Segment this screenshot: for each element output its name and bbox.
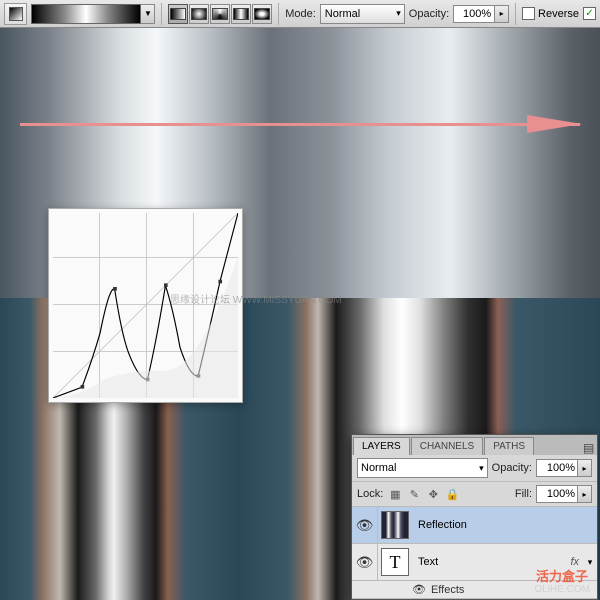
reverse-checkbox-wrap[interactable]: Reverse: [522, 7, 579, 20]
gradient-angle-button[interactable]: [210, 4, 230, 24]
fill-input[interactable]: 100%: [536, 485, 578, 503]
gradient-type-group: [168, 4, 272, 24]
lock-transparency-icon[interactable]: ▦: [387, 486, 403, 502]
divider: [161, 3, 162, 25]
fill-flyout[interactable]: ▸: [578, 485, 592, 503]
layer-item-reflection[interactable]: 👁 Reflection: [352, 507, 597, 544]
lock-icons: ▦ ✎ ✥ 🔒: [387, 486, 460, 502]
tool-preset-picker[interactable]: [4, 3, 27, 25]
gradient-diamond-button[interactable]: [252, 4, 272, 24]
opacity-input[interactable]: 100%: [453, 5, 495, 23]
watermark-url: OLiHE.COM: [534, 584, 590, 595]
gradient-picker[interactable]: [31, 4, 141, 24]
eye-icon[interactable]: 👁: [412, 583, 426, 596]
radial-icon: [191, 8, 207, 20]
diamond-icon: [254, 8, 270, 20]
mode-label: Mode:: [285, 8, 316, 20]
layer-opacity-input[interactable]: 100%: [536, 459, 578, 477]
tab-channels[interactable]: CHANNELS: [411, 437, 483, 455]
layer-opacity-flyout[interactable]: ▸: [578, 459, 592, 477]
layer-thumbnail[interactable]: [381, 511, 409, 539]
panel-menu-icon[interactable]: ▤: [583, 441, 597, 455]
blend-opacity-row: Normal Opacity: 100% ▸: [352, 455, 597, 482]
dither-checkbox-wrap[interactable]: ✓: [583, 7, 596, 20]
blend-mode-value: Normal: [325, 8, 360, 20]
visibility-toggle[interactable]: 👁: [352, 544, 378, 580]
layer-name[interactable]: Reflection: [412, 519, 597, 531]
tab-paths[interactable]: PATHS: [484, 437, 534, 455]
angle-icon: [212, 8, 228, 20]
lock-pixels-icon[interactable]: ✎: [406, 486, 422, 502]
watermark-center: 思缘设计论坛 WWW.MISSYUAN.COM: [170, 291, 342, 306]
divider: [278, 3, 279, 25]
tab-layers[interactable]: LAYERS: [353, 437, 410, 455]
gradient-direction-arrow: [20, 123, 580, 126]
opacity-flyout[interactable]: ▸: [495, 5, 509, 23]
gradient-picker-dropdown[interactable]: ▼: [141, 4, 155, 24]
lock-all-icon[interactable]: 🔒: [444, 486, 460, 502]
lock-position-icon[interactable]: ✥: [425, 486, 441, 502]
fill-label: Fill:: [515, 488, 532, 500]
opacity-label: Opacity:: [409, 8, 449, 20]
layer-blend-select[interactable]: Normal: [357, 458, 488, 478]
reverse-checkbox[interactable]: [522, 7, 535, 20]
effects-label: Effects: [431, 584, 464, 596]
layer-thumbnail[interactable]: T: [381, 548, 409, 576]
gradient-tool-icon: [9, 7, 23, 21]
divider: [515, 3, 516, 25]
lock-fill-row: Lock: ▦ ✎ ✥ 🔒 Fill: 100% ▸: [352, 482, 597, 507]
watermark-red: 活力盒子: [536, 566, 588, 585]
options-toolbar: ▼ Mode: Normal Opacity: 100% ▸ Reverse ✓: [0, 0, 600, 28]
linear-icon: [170, 8, 186, 20]
reverse-label: Reverse: [538, 8, 579, 20]
layer-opacity-label: Opacity:: [492, 462, 532, 474]
gradient-linear-button[interactable]: [168, 4, 188, 24]
blend-mode-select[interactable]: Normal: [320, 4, 405, 24]
gradient-reflected-button[interactable]: [231, 4, 251, 24]
gradient-radial-button[interactable]: [189, 4, 209, 24]
visibility-toggle[interactable]: 👁: [352, 507, 378, 543]
reflected-icon: [233, 8, 249, 20]
dither-checkbox[interactable]: ✓: [583, 7, 596, 20]
panel-tabs: LAYERS CHANNELS PATHS ▤: [352, 435, 597, 455]
lock-label: Lock:: [357, 488, 383, 500]
